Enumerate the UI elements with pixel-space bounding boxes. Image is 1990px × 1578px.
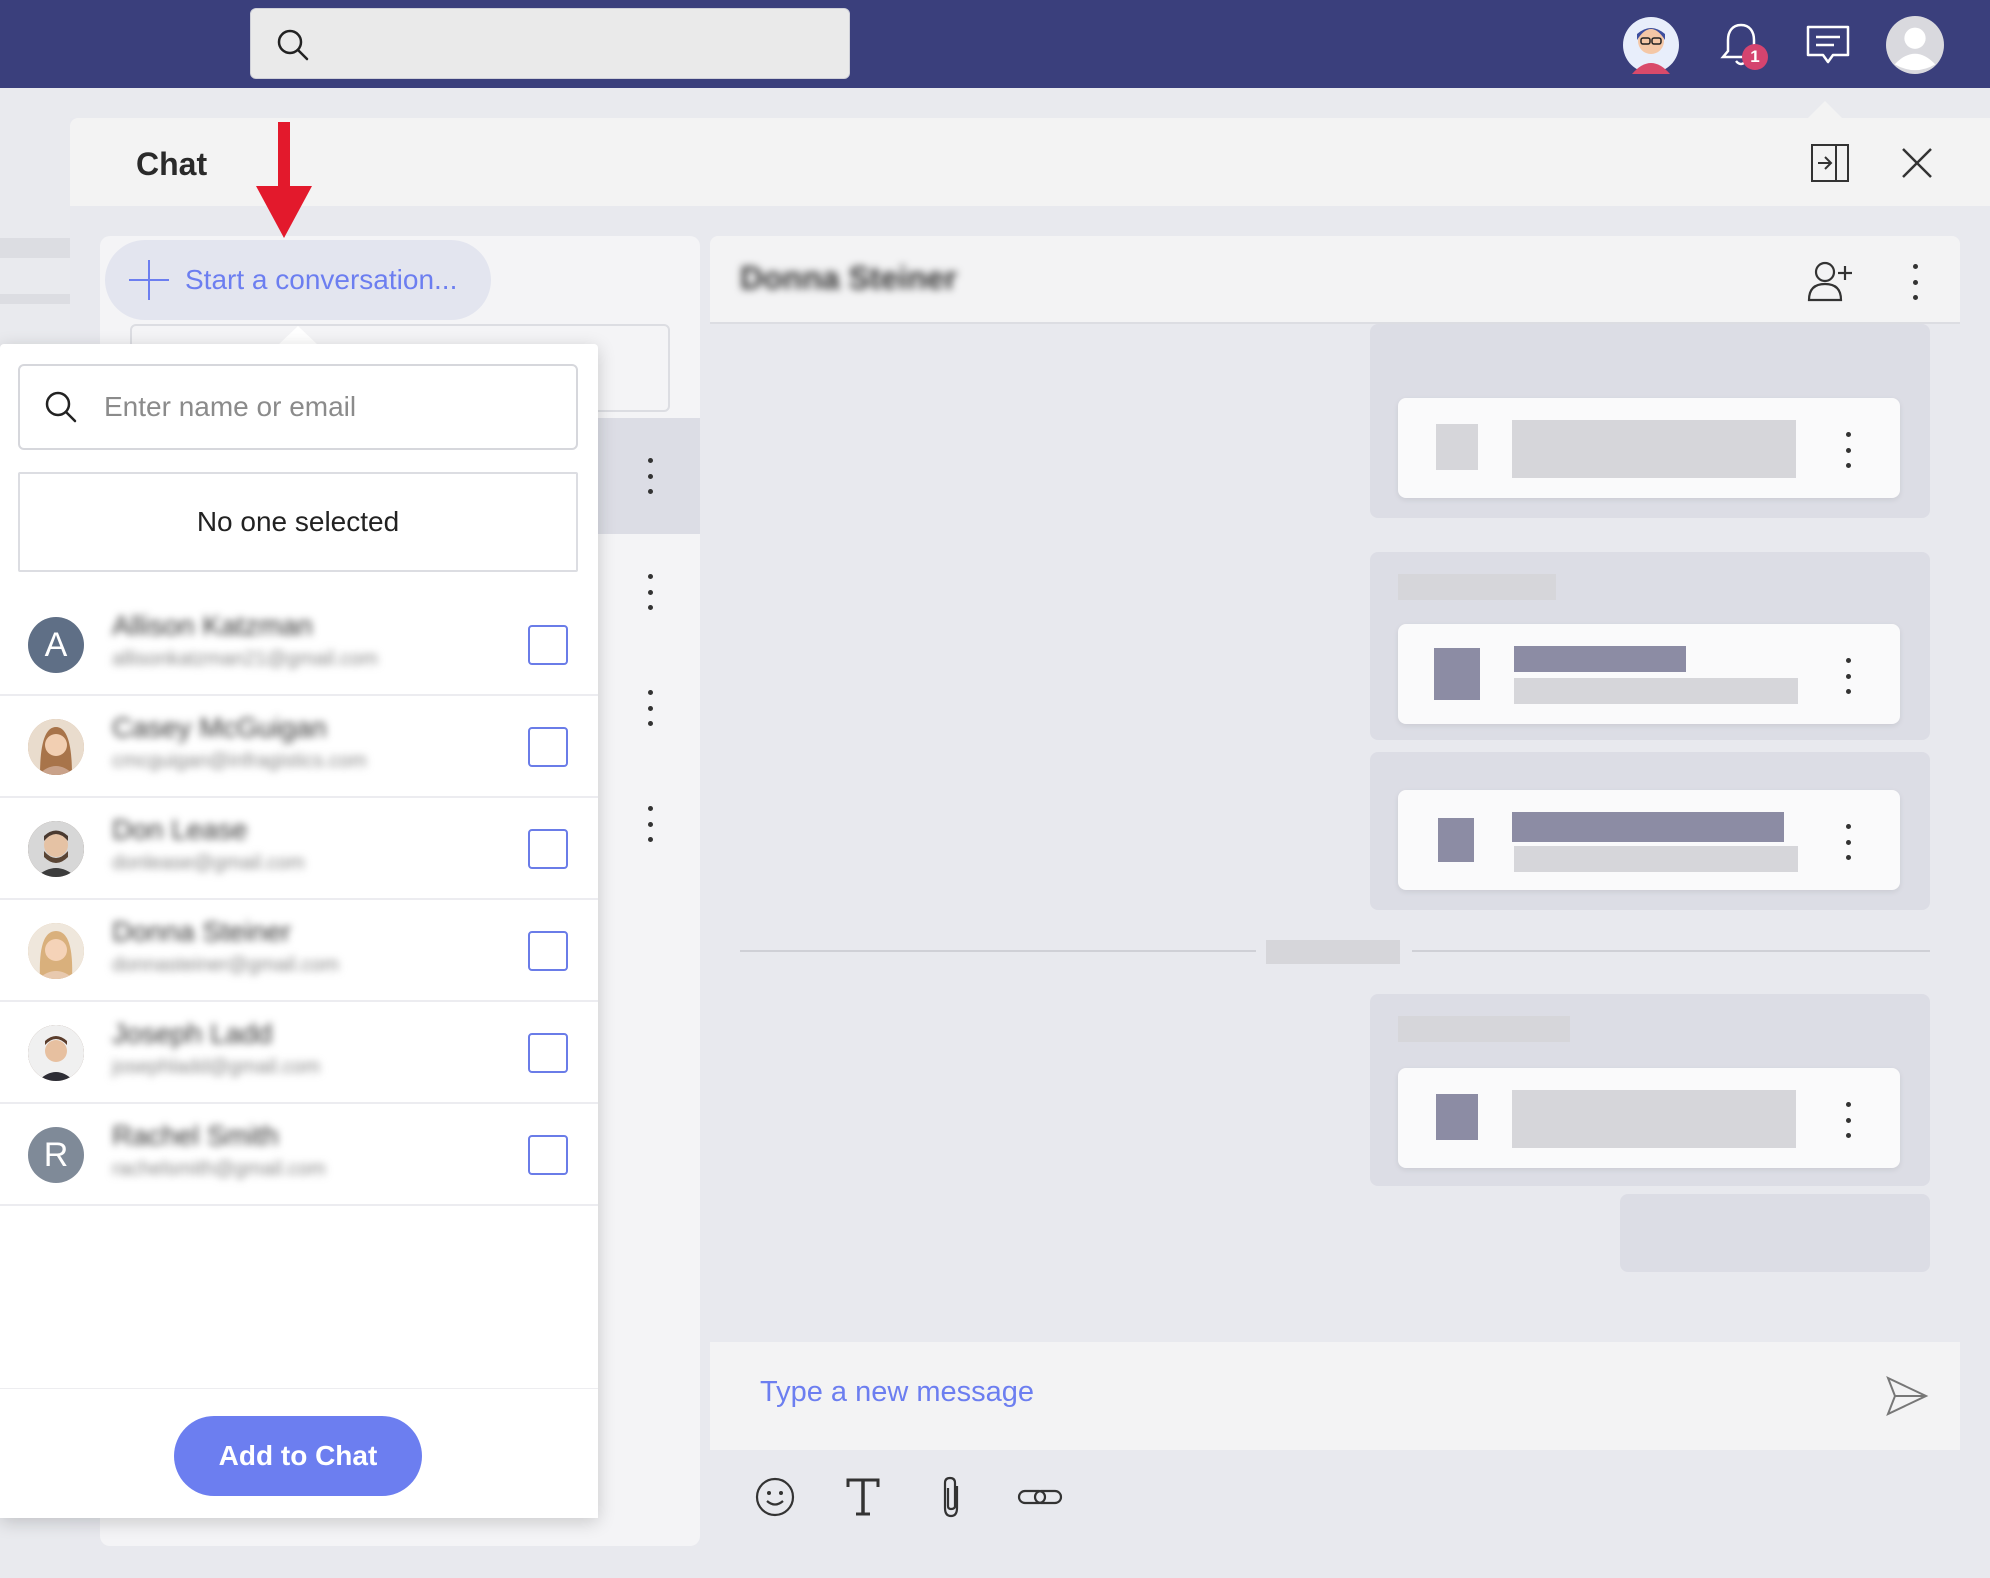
avatar: A xyxy=(28,617,84,673)
message-options-icon[interactable] xyxy=(1838,658,1858,694)
message-group xyxy=(1370,324,1930,518)
message-card xyxy=(1398,624,1900,724)
message-card xyxy=(1398,398,1900,498)
contact-name: Donna Steiner xyxy=(112,916,292,947)
message-card xyxy=(1398,1068,1900,1168)
message-options-icon[interactable] xyxy=(1838,432,1858,468)
avatar xyxy=(28,821,84,877)
conversation-options-icon[interactable] xyxy=(640,806,660,842)
contact-row[interactable]: R Rachel Smith rachelsmith@gmail.com xyxy=(0,1104,598,1206)
contact-row[interactable]: A Allison Katzman allisonkatzman21@gmail… xyxy=(0,594,598,696)
notifications-bell-icon[interactable]: 1 xyxy=(1712,16,1770,74)
global-search-input[interactable] xyxy=(250,8,850,79)
selected-participants-box: No one selected xyxy=(18,472,578,572)
message-group xyxy=(1370,552,1930,740)
date-divider-line xyxy=(1412,950,1930,952)
contact-name: Allison Katzman xyxy=(112,610,313,641)
top-bar: 1 xyxy=(0,0,1990,88)
contact-name: Joseph Ladd xyxy=(112,1018,273,1049)
add-participant-icon[interactable] xyxy=(1805,256,1855,306)
conversation-menu-icon[interactable] xyxy=(1905,264,1925,300)
chat-panel-pointer xyxy=(1808,101,1842,118)
avatar: R xyxy=(28,1127,84,1183)
date-divider-label xyxy=(1266,940,1400,964)
contact-checkbox[interactable] xyxy=(528,1033,568,1073)
contact-name: Rachel Smith xyxy=(112,1120,279,1151)
contact-row[interactable]: Don Lease donlease@gmail.com xyxy=(0,798,598,900)
start-conversation-button[interactable]: Start a conversation... xyxy=(105,240,491,320)
start-conversation-label: Start a conversation... xyxy=(185,264,458,295)
contact-checkbox[interactable] xyxy=(528,1135,568,1175)
chat-header: Chat xyxy=(70,118,1990,206)
search-icon xyxy=(277,29,309,61)
chat-messages-icon[interactable] xyxy=(1799,16,1857,74)
start-conversation-popup: Enter name or email No one selected A Al… xyxy=(0,344,598,1518)
message-composer[interactable]: Type a new message xyxy=(710,1342,1960,1450)
message-options-icon[interactable] xyxy=(1838,824,1858,860)
contact-email: donnasteiner@gmail.com xyxy=(112,954,340,976)
assistant-avatar-icon[interactable] xyxy=(1622,16,1680,74)
contact-email: cmcguigan@infragistics.com xyxy=(112,750,367,772)
avatar xyxy=(28,923,84,979)
message-input-placeholder: Type a new message xyxy=(760,1376,1035,1408)
contact-row[interactable]: Casey McGuigan cmcguigan@infragistics.co… xyxy=(0,696,598,798)
conversation-options-icon[interactable] xyxy=(640,458,660,494)
plus-icon xyxy=(129,260,169,300)
popup-footer: Add to Chat xyxy=(0,1388,598,1518)
message-group xyxy=(1370,994,1930,1186)
contact-search-placeholder: Enter name or email xyxy=(104,391,357,422)
close-icon[interactable] xyxy=(1892,138,1942,188)
chat-title: Chat xyxy=(136,146,208,182)
add-to-chat-button[interactable]: Add to Chat xyxy=(174,1416,422,1496)
contact-search-input[interactable]: Enter name or email xyxy=(18,364,578,450)
contact-checkbox[interactable] xyxy=(528,829,568,869)
attachment-icon[interactable] xyxy=(926,1472,976,1522)
no-one-selected-text: No one selected xyxy=(196,506,400,537)
dock-panel-icon[interactable] xyxy=(1805,138,1855,188)
contact-name: Casey McGuigan xyxy=(112,712,327,743)
date-divider-line xyxy=(740,950,1256,952)
conversation-options-icon[interactable] xyxy=(640,574,660,610)
contact-checkbox[interactable] xyxy=(528,727,568,767)
popup-caret xyxy=(278,326,318,345)
message-group xyxy=(1370,752,1930,910)
composer-toolbar xyxy=(710,1450,1960,1546)
contact-email: josephladd@gmail.com xyxy=(112,1056,321,1078)
contact-checkbox[interactable] xyxy=(528,931,568,971)
conversation-options-icon[interactable] xyxy=(640,690,660,726)
emoji-icon[interactable] xyxy=(750,1472,800,1522)
contact-row[interactable]: Joseph Ladd josephladd@gmail.com xyxy=(0,1002,598,1104)
message-options-icon[interactable] xyxy=(1838,1102,1858,1138)
contact-email: donlease@gmail.com xyxy=(112,852,305,874)
contact-email: allisonkatzman21@gmail.com xyxy=(112,648,378,670)
conversation-participant-name: Donna Steiner xyxy=(740,260,957,296)
avatar xyxy=(28,1025,84,1081)
contact-row[interactable]: Donna Steiner donnasteiner@gmail.com xyxy=(0,900,598,1002)
contact-checkbox[interactable] xyxy=(528,625,568,665)
user-profile-avatar-icon[interactable] xyxy=(1886,16,1944,74)
link-icon[interactable] xyxy=(1015,1472,1065,1522)
contact-name: Don Lease xyxy=(112,814,248,845)
avatar xyxy=(28,719,84,775)
conversation-header: Donna Steiner xyxy=(710,236,1960,324)
notification-badge: 1 xyxy=(1742,44,1768,70)
search-icon xyxy=(45,391,77,423)
send-icon[interactable] xyxy=(1885,1374,1929,1423)
annotation-arrow-icon xyxy=(256,122,312,238)
message-card xyxy=(1398,790,1900,890)
message-group xyxy=(1620,1194,1930,1272)
conversation-panel: Donna Steiner Type a new message xyxy=(710,236,1960,1546)
text-format-icon[interactable] xyxy=(838,1472,888,1522)
contact-email: rachelsmith@gmail.com xyxy=(112,1158,326,1180)
